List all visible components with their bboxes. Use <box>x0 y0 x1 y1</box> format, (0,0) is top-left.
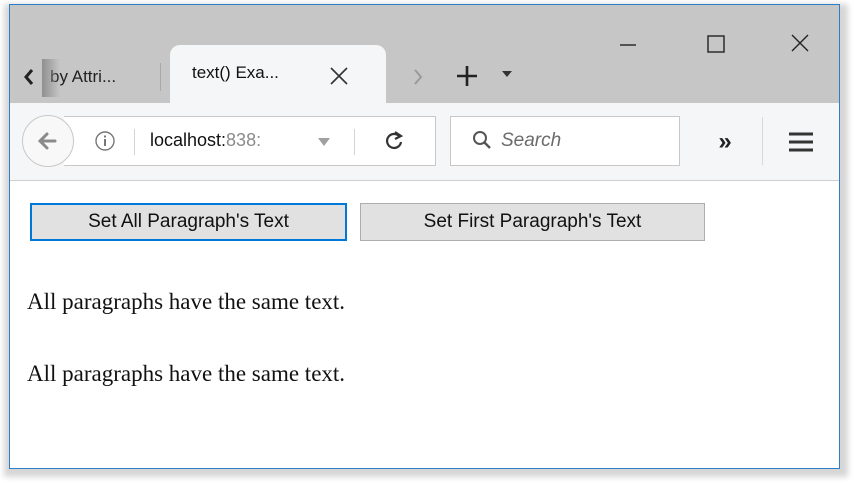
paragraph-2: All paragraphs have the same text. <box>27 361 346 386</box>
url-bar[interactable]: localhost:838: <box>64 116 436 166</box>
page-content: Set All Paragraph's Text Set First Parag… <box>10 181 839 468</box>
search-icon <box>471 129 493 151</box>
paragraph-1: All paragraphs have the same text. <box>27 289 346 314</box>
tab-scroll-right-icon[interactable] <box>410 65 426 89</box>
new-tab-plus-icon[interactable] <box>454 63 480 89</box>
tab-inactive[interactable]: by Attri... <box>42 51 160 103</box>
tab-overflow-fade <box>42 59 60 97</box>
url-text[interactable]: localhost:838: <box>150 130 295 151</box>
set-all-paragraphs-button[interactable]: Set All Paragraph's Text <box>30 203 347 241</box>
minimize-icon[interactable] <box>608 27 648 63</box>
tab-list-dropdown-icon[interactable] <box>500 67 514 81</box>
site-info-icon[interactable] <box>94 130 116 152</box>
tab-scroll-left-icon[interactable] <box>20 65 38 89</box>
url-divider <box>134 129 135 155</box>
reload-icon[interactable] <box>382 129 406 153</box>
back-button[interactable] <box>22 115 74 167</box>
toolbar-divider <box>762 117 763 165</box>
tab-separator <box>160 63 161 91</box>
browser-window: by Attri... text() Exa... localhost:838:… <box>9 4 840 469</box>
close-tab-icon[interactable] <box>328 65 350 87</box>
search-bar[interactable]: Search <box>450 116 680 166</box>
hamburger-menu-icon[interactable] <box>770 117 832 167</box>
search-placeholder: Search <box>501 130 562 151</box>
overflow-chevron-button[interactable]: » <box>690 117 760 167</box>
tab-active-title: text() Exa... <box>192 63 279 82</box>
set-first-paragraph-button[interactable]: Set First Paragraph's Text <box>360 203 705 241</box>
url-host: localhost: <box>150 130 227 150</box>
tab-active[interactable]: text() Exa... <box>170 45 386 105</box>
navigation-toolbar: localhost:838: Search » <box>10 103 839 181</box>
url-divider <box>354 129 355 155</box>
tab-strip: by Attri... text() Exa... <box>10 5 839 105</box>
url-history-dropdown-icon[interactable] <box>316 135 332 147</box>
back-arrow-icon <box>37 132 57 150</box>
maximize-icon[interactable] <box>695 27 735 63</box>
url-port: 838: <box>226 130 262 150</box>
window-close-icon[interactable] <box>780 27 820 63</box>
